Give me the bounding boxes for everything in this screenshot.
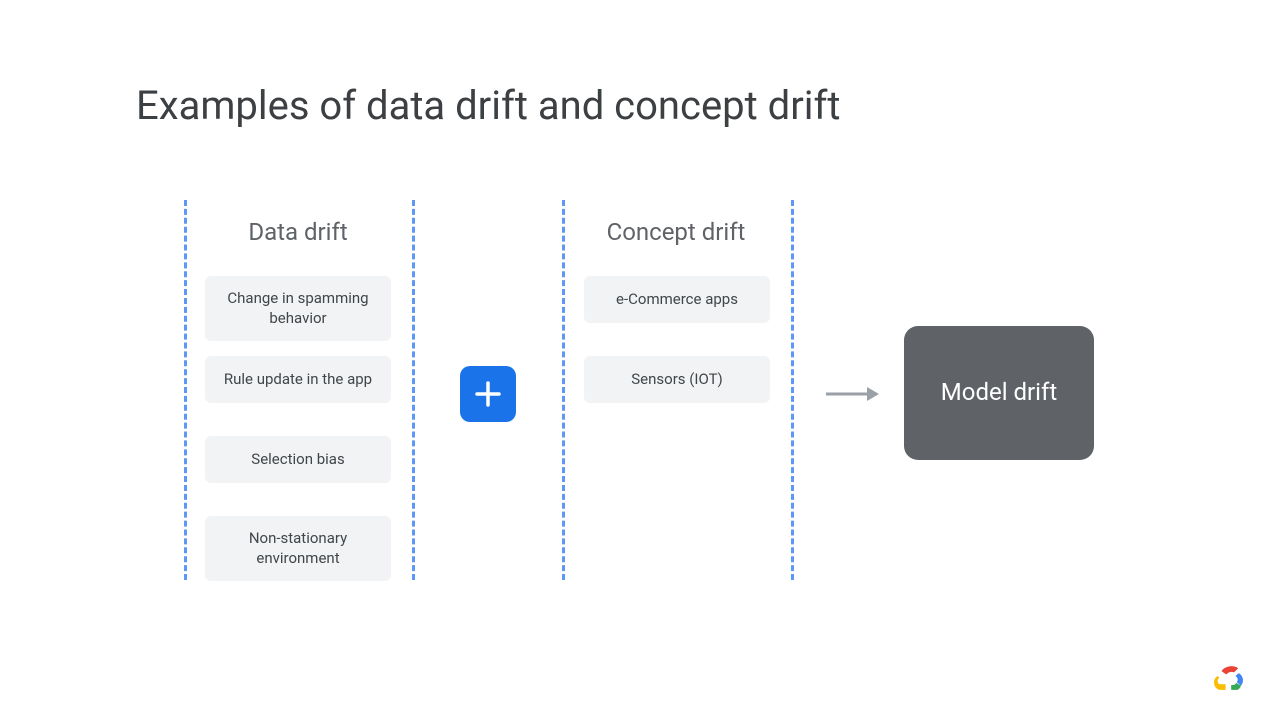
card-label: Sensors (IOT) [631,369,723,389]
result-model-drift: Model drift [904,326,1094,460]
card-concept-drift-item: Sensors (IOT) [584,356,770,403]
card-data-drift-item: Selection bias [205,436,391,483]
divider-line [184,200,187,580]
divider-line [791,200,794,580]
arrow-right-icon [825,386,879,402]
card-data-drift-item: Non-stationary environment [205,516,391,581]
card-label: Non-stationary environment [215,528,381,569]
plus-icon [460,366,516,422]
column-heading-data-drift: Data drift [184,218,412,246]
card-label: Change in spamming behavior [215,288,381,329]
card-label: e-Commerce apps [616,289,738,309]
card-label: Selection bias [251,449,344,469]
column-heading-concept-drift: Concept drift [562,218,790,246]
slide: Examples of data drift and concept drift… [0,0,1280,720]
card-data-drift-item: Change in spamming behavior [205,276,391,341]
card-concept-drift-item: e-Commerce apps [584,276,770,323]
card-data-drift-item: Rule update in the app [205,356,391,403]
result-label: Model drift [941,377,1057,408]
divider-line [412,200,415,580]
card-label: Rule update in the app [224,369,372,389]
divider-line [562,200,565,580]
slide-title: Examples of data drift and concept drift [136,82,840,129]
google-cloud-logo-icon [1210,664,1244,692]
